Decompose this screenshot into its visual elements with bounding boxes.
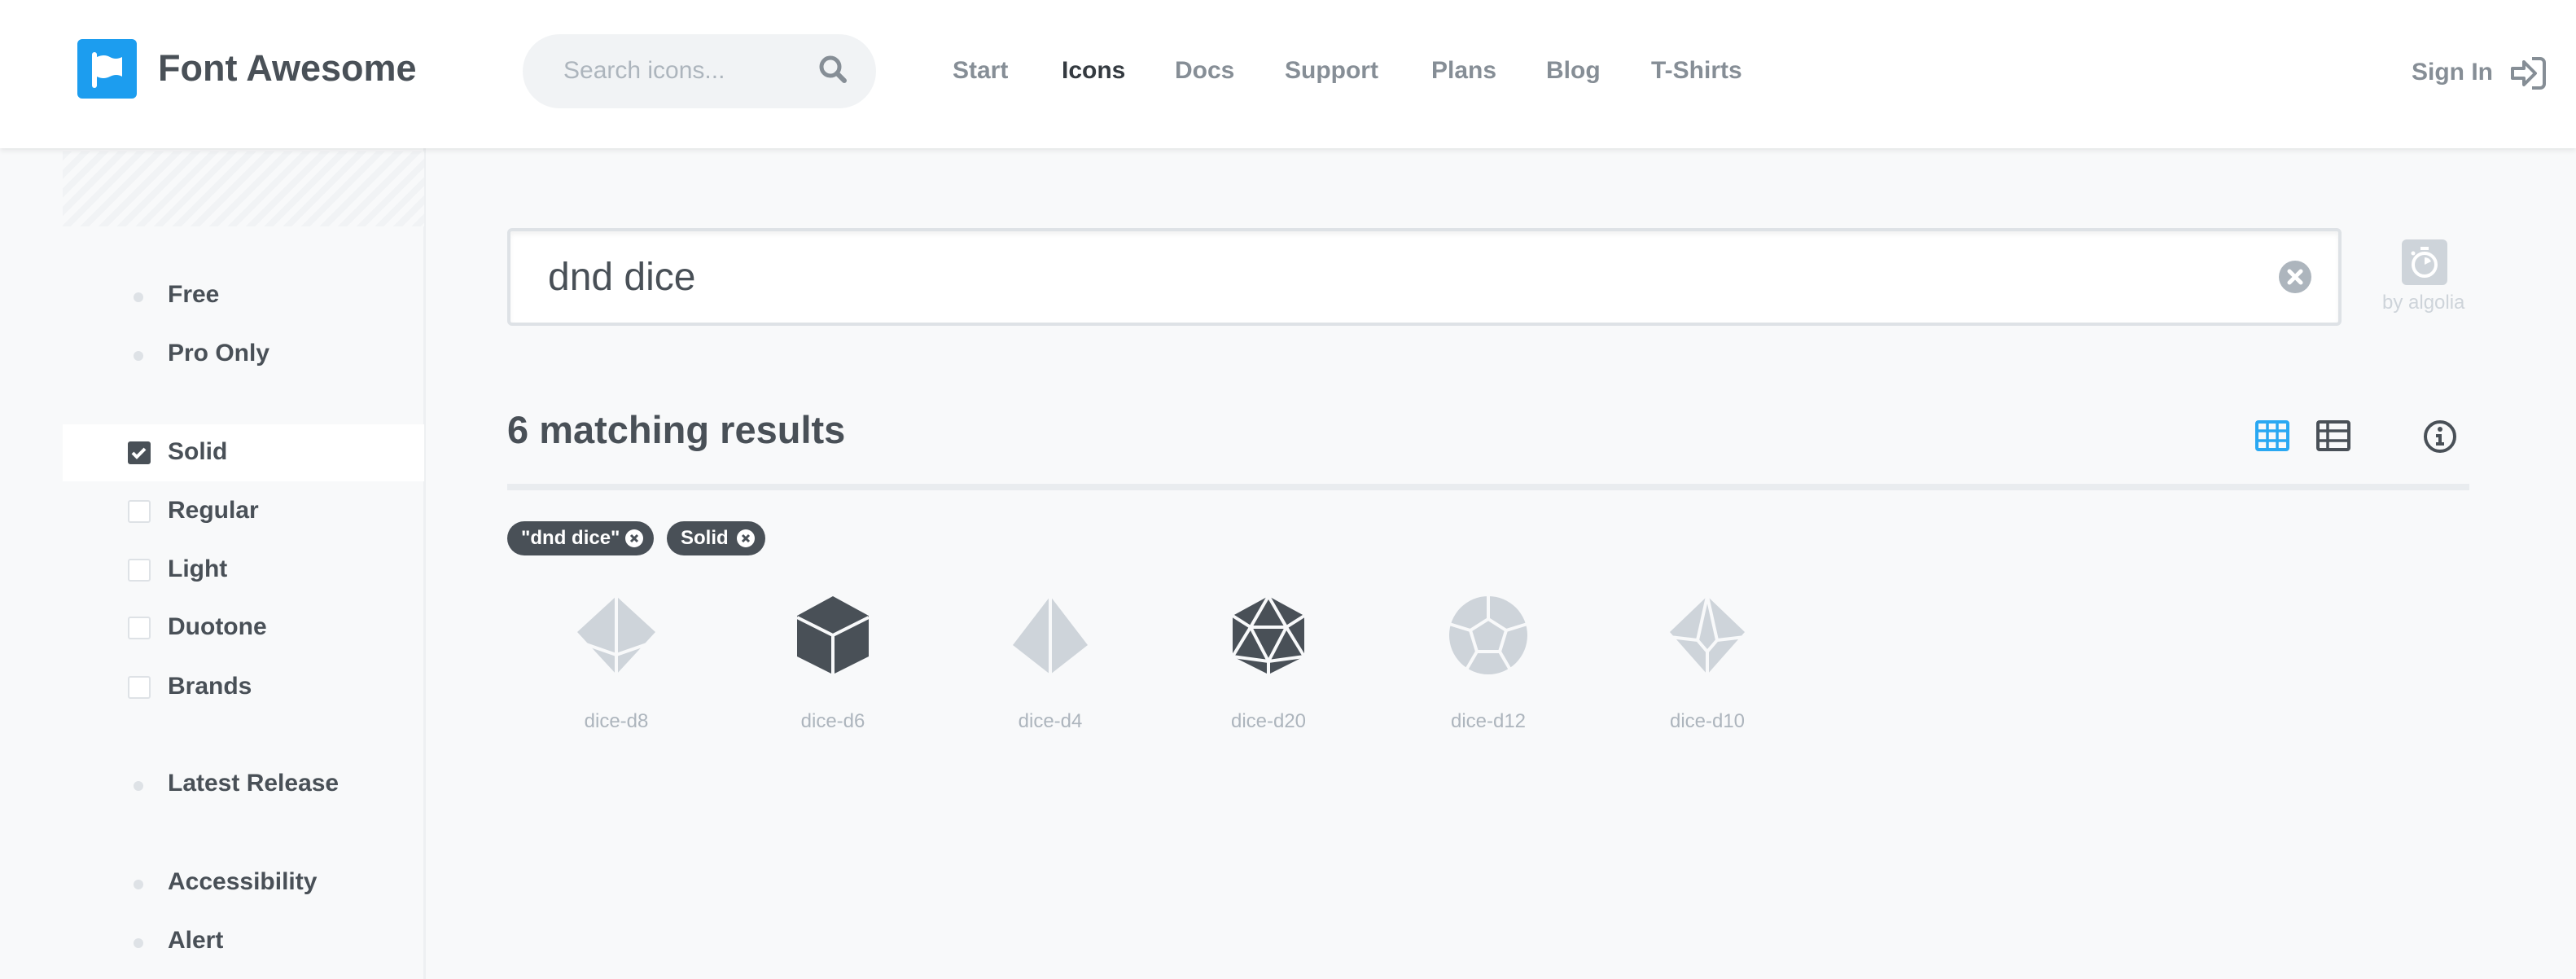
icon-name: dice-d20 xyxy=(1230,710,1307,732)
nav-docs[interactable]: Docs xyxy=(1175,57,1234,85)
nav-plans[interactable]: Plans xyxy=(1431,57,1496,85)
icon-result-dice-d20[interactable]: dice-d20 xyxy=(1171,595,1366,733)
icon-search-box[interactable] xyxy=(507,228,2342,326)
dice-d12-icon xyxy=(1448,596,1528,674)
dice-d20-icon xyxy=(1231,595,1306,674)
icon-result-dice-d6[interactable]: dice-d6 xyxy=(735,595,931,733)
sidebar-placeholder xyxy=(63,151,424,226)
chip-label: Solid xyxy=(681,527,729,549)
bullet-icon xyxy=(134,938,143,948)
filter-duotone[interactable]: Duotone xyxy=(63,599,424,656)
header-search-input[interactable] xyxy=(563,54,808,88)
icon-search-input[interactable] xyxy=(548,252,2176,301)
icon-name: dice-d6 xyxy=(800,710,865,732)
filter-label: Regular xyxy=(168,497,259,524)
filter-label: Duotone xyxy=(168,613,267,640)
checkbox-icon[interactable] xyxy=(128,676,151,699)
icon-result-dice-d12[interactable]: dice-d12 xyxy=(1391,595,1586,733)
category-alert[interactable]: Alert xyxy=(63,913,424,970)
algolia-credit: by algolia xyxy=(2382,292,2465,314)
icon-result-dice-d4[interactable]: dice-d4 xyxy=(953,595,1148,733)
filter-latest-release[interactable]: Latest Release xyxy=(63,756,424,813)
icon-name: dice-d4 xyxy=(1018,710,1083,732)
search-icon[interactable] xyxy=(817,54,850,86)
bullet-icon xyxy=(134,351,143,361)
filter-brands[interactable]: Brands xyxy=(63,659,424,716)
remove-chip-icon[interactable] xyxy=(736,529,756,548)
chip-label: "dnd dice" xyxy=(521,527,620,549)
brand-name[interactable]: Font Awesome xyxy=(158,47,417,90)
algolia-logo[interactable] xyxy=(2402,239,2447,285)
bullet-icon xyxy=(134,781,143,791)
sign-in-icon[interactable] xyxy=(2509,55,2547,91)
filter-sidebar: Free Pro Only Solid Regular Light Duoton… xyxy=(0,148,426,979)
checkbox-icon[interactable] xyxy=(128,617,151,639)
flag-icon xyxy=(92,52,122,88)
dice-d10-icon xyxy=(1669,595,1746,674)
checkbox-checked-icon[interactable] xyxy=(128,441,151,464)
query-chip[interactable]: "dnd dice" xyxy=(507,521,654,555)
filter-label: Alert xyxy=(168,927,224,954)
filter-label: Latest Release xyxy=(168,770,340,797)
bullet-icon xyxy=(134,880,143,889)
results-divider xyxy=(507,484,2469,490)
remove-chip-icon[interactable] xyxy=(624,529,644,548)
checkbox-icon[interactable] xyxy=(128,500,151,523)
icon-name: dice-d8 xyxy=(584,710,649,732)
list-view-icon[interactable] xyxy=(2316,420,2350,451)
nav-start[interactable]: Start xyxy=(953,57,1008,85)
icon-result-dice-d10[interactable]: dice-d10 xyxy=(1610,595,1805,733)
nav-blog[interactable]: Blog xyxy=(1546,57,1601,85)
filter-label: Free xyxy=(168,281,220,308)
filter-light[interactable]: Light xyxy=(63,542,424,599)
icon-result-dice-d8[interactable]: dice-d8 xyxy=(519,595,714,733)
clear-search-icon[interactable] xyxy=(2276,258,2314,296)
filter-solid[interactable]: Solid xyxy=(63,424,424,481)
icon-name: dice-d10 xyxy=(1669,710,1746,732)
bullet-icon xyxy=(134,292,143,302)
filter-label: Accessibility xyxy=(168,868,318,895)
filter-label: Brands xyxy=(168,673,252,700)
style-chip[interactable]: Solid xyxy=(667,521,765,555)
top-header: Font Awesome Start Icons Docs Support Pl… xyxy=(0,0,2576,148)
info-icon[interactable] xyxy=(2423,419,2457,454)
icon-name: dice-d12 xyxy=(1450,710,1527,732)
category-accessibility[interactable]: Accessibility xyxy=(63,854,424,911)
nav-icons[interactable]: Icons xyxy=(1062,57,1125,85)
dice-d6-icon xyxy=(796,596,870,674)
filter-free[interactable]: Free xyxy=(63,267,424,324)
filter-label: Solid xyxy=(168,438,228,465)
filter-label: Light xyxy=(168,555,228,582)
header-search[interactable] xyxy=(523,34,876,108)
dice-d4-icon xyxy=(1013,596,1088,674)
filter-regular[interactable]: Regular xyxy=(63,483,424,540)
checkbox-icon[interactable] xyxy=(128,559,151,582)
stopwatch-icon xyxy=(2411,247,2438,278)
nav-support[interactable]: Support xyxy=(1285,57,1378,85)
filter-label: Pro Only xyxy=(168,340,270,367)
font-awesome-logo[interactable] xyxy=(77,39,137,99)
nav-tshirts[interactable]: T-Shirts xyxy=(1651,57,1742,85)
sign-in-link[interactable]: Sign In xyxy=(2412,59,2493,86)
results-count: 6 matching results xyxy=(507,408,846,451)
dice-d8-icon xyxy=(577,596,655,674)
filter-pro-only[interactable]: Pro Only xyxy=(63,326,424,383)
grid-view-icon[interactable] xyxy=(2255,420,2289,451)
